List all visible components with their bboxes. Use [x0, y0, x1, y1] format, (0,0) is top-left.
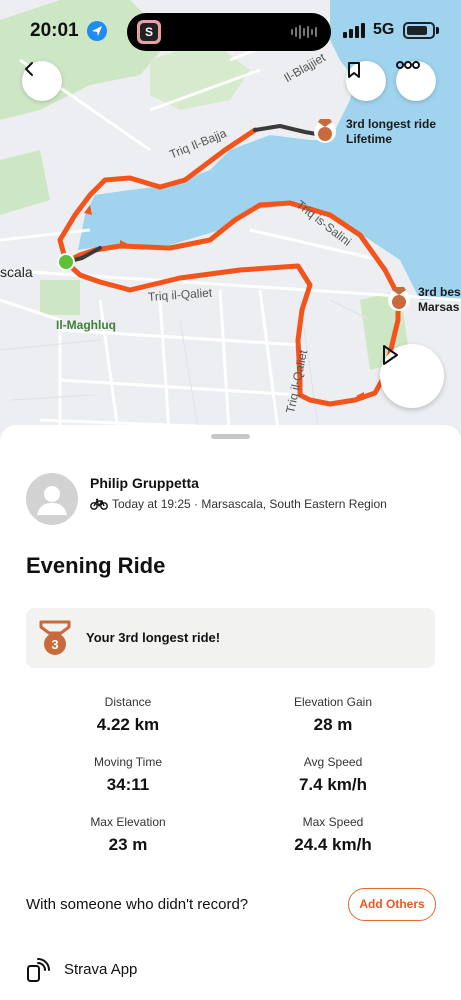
sheet-handle[interactable] [211, 434, 250, 439]
audio-wave-icon [291, 25, 317, 39]
activity-sheet: Philip Gruppetta Today at 19:25 · Marsas… [0, 425, 461, 1000]
with-others-prompt: With someone who didn't record? [26, 896, 249, 913]
stat-label: Max Speed [302, 815, 364, 829]
add-others-button[interactable]: Add Others [348, 888, 436, 921]
battery-tip [436, 27, 439, 34]
medal-icon: 3 [39, 620, 71, 655]
stat-avg-speed: Avg Speed 7.4 km/h [233, 755, 433, 795]
chevron-left-icon [25, 62, 33, 76]
milestone-title: 3rd bes [418, 285, 461, 299]
activity-title: Evening Ride [26, 553, 166, 578]
stat-value: 24.4 km/h [294, 835, 372, 854]
stat-label: Max Elevation [90, 815, 166, 829]
stat-label: Distance [104, 695, 152, 709]
medal-rank: 3 [51, 637, 58, 652]
phone-broadcast-icon [27, 958, 50, 982]
more-icon [396, 61, 420, 69]
stat-value: 34:11 [106, 775, 150, 794]
dynamic-island[interactable]: S [127, 13, 331, 51]
cell-signal-icon [343, 22, 365, 38]
status-time: 20:01 [30, 20, 79, 41]
stat-label: Moving Time [93, 755, 163, 769]
network-type: 5G [373, 21, 395, 38]
stat-label: Avg Speed [303, 755, 363, 769]
flyover-play-button[interactable] [380, 344, 444, 408]
play-icon [383, 345, 398, 365]
stat-elevation-gain: Elevation Gain 28 m [233, 695, 433, 735]
route-map[interactable]: Il-Blajjiet Triq Il-Bajja Triq is-Salini… [0, 0, 461, 445]
device-row[interactable]: Strava App [26, 956, 137, 982]
more-options-button[interactable] [396, 61, 436, 101]
stat-value: 23 m [108, 835, 148, 854]
stat-max-elevation: Max Elevation 23 m [28, 815, 228, 855]
back-button[interactable] [22, 61, 62, 101]
achievement-text: Your 3rd longest ride! [86, 630, 221, 645]
milestone-label[interactable]: 3rd bes Marsas [418, 285, 461, 315]
activity-meta-text: Today at 19:25 · Marsascala, South Easte… [112, 497, 387, 511]
stat-label: Elevation Gain [293, 695, 373, 709]
avatar[interactable] [26, 473, 78, 525]
save-route-button[interactable] [346, 61, 386, 101]
location-arrow-icon [87, 21, 107, 41]
stat-value: 7.4 km/h [298, 775, 368, 794]
milestone-label[interactable]: 3rd longest ride Lifetime [346, 117, 436, 147]
stat-max-speed: Max Speed 24.4 km/h [233, 815, 433, 855]
bookmark-icon [348, 62, 360, 78]
milestone-title: 3rd longest ride [346, 117, 437, 131]
stat-value: 4.22 km [96, 715, 160, 734]
milestone-subtitle: Lifetime [346, 132, 393, 146]
user-placeholder-icon [37, 486, 67, 515]
bike-icon [90, 498, 108, 510]
activity-meta: Today at 19:25 · Marsascala, South Easte… [90, 497, 387, 511]
stat-distance: Distance 4.22 km [28, 695, 228, 735]
achievement-card[interactable]: 3 Your 3rd longest ride! [26, 608, 435, 668]
strava-app-icon: S [137, 20, 161, 44]
stat-value: 28 m [313, 715, 353, 734]
battery-icon [403, 22, 435, 39]
milestone-subtitle: Marsas [418, 300, 460, 314]
stat-moving-time: Moving Time 34:11 [28, 755, 228, 795]
place-label: scala [0, 264, 33, 280]
area-label: Il-Maghluq [56, 318, 116, 332]
athlete-name[interactable]: Philip Gruppetta [90, 475, 199, 491]
device-label: Strava App [64, 960, 138, 978]
